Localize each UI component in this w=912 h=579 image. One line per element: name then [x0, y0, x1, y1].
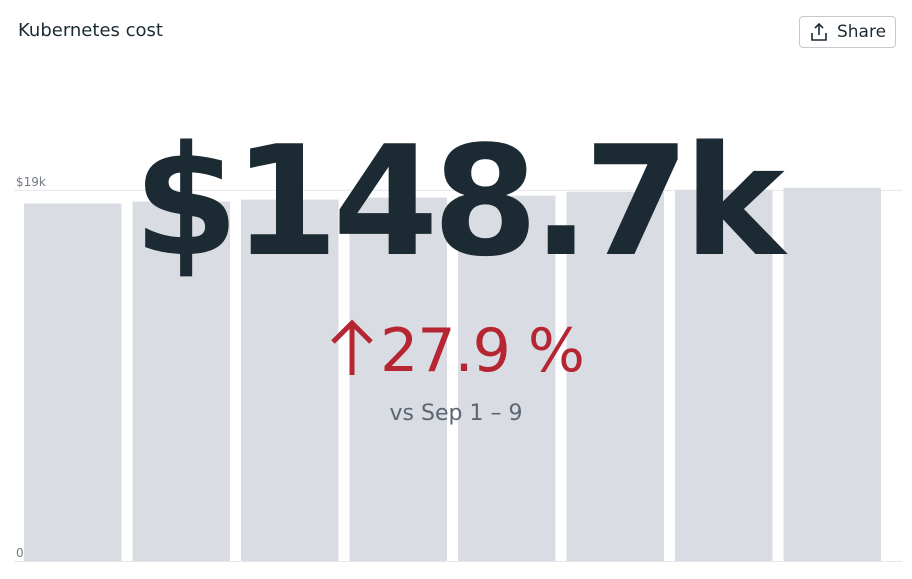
- bar[interactable]: [458, 195, 556, 561]
- bar[interactable]: [783, 187, 882, 561]
- y-tick-label: $19k: [16, 175, 46, 189]
- y-tick-label: 0: [16, 546, 24, 560]
- bar[interactable]: [132, 201, 231, 562]
- bar[interactable]: [675, 189, 773, 561]
- chart-bars: [24, 187, 882, 562]
- cost-bar-chart: $19k 0: [14, 175, 902, 562]
- bar[interactable]: [24, 203, 122, 561]
- bar[interactable]: [349, 197, 448, 562]
- bar[interactable]: [241, 199, 339, 562]
- bar[interactable]: [566, 191, 665, 561]
